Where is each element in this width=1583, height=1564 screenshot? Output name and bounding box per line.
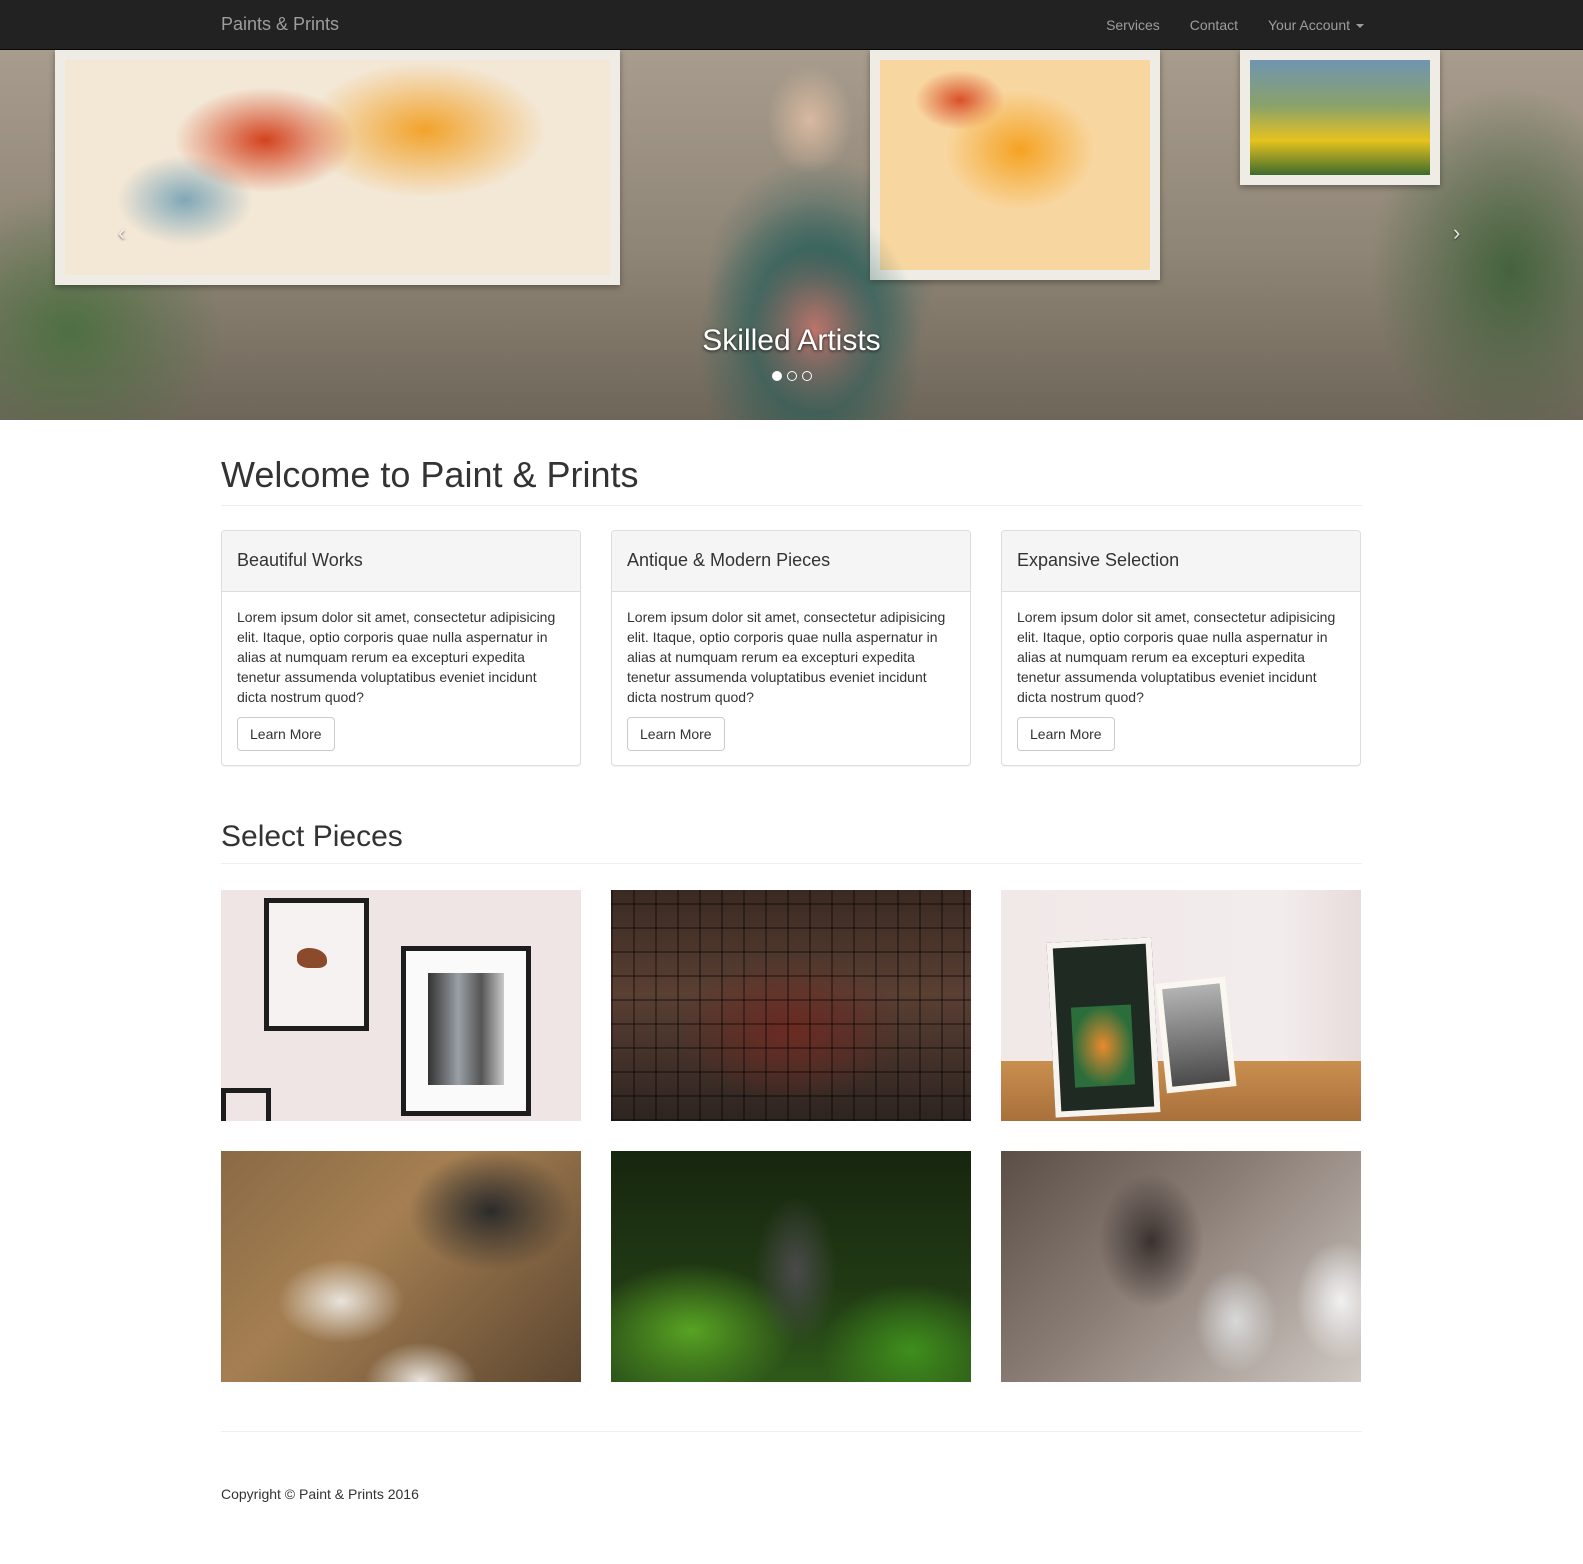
gallery-image-posters-on-floor[interactable] <box>1001 890 1361 1121</box>
panel-body-text: Lorem ipsum dolor sit amet, consectetur … <box>237 609 556 705</box>
panel-heading: Beautiful Works <box>222 531 580 592</box>
feature-panel: Expansive Selection Lorem ipsum dolor si… <box>1001 530 1361 766</box>
page-title: Welcome to Paint & Prints <box>221 454 639 495</box>
carousel-indicator-1[interactable] <box>771 371 782 381</box>
caret-down-icon <box>1356 24 1364 29</box>
panel-heading: Antique & Modern Pieces <box>612 531 970 592</box>
carousel-indicator-2[interactable] <box>786 371 797 381</box>
nav-dropdown-your-account[interactable]: Your Account <box>1268 16 1364 34</box>
nav-link-contact[interactable]: Contact <box>1190 16 1238 34</box>
hero-painting-left <box>55 50 620 285</box>
footer-divider <box>221 1431 1362 1432</box>
panel-body-text: Lorem ipsum dolor sit amet, consectetur … <box>1017 609 1336 705</box>
gallery-grid <box>221 890 1362 1382</box>
carousel-caption: Skilled Artists <box>702 324 881 357</box>
carousel-indicators <box>0 371 1583 381</box>
nav-links: Services Contact Your Account <box>1106 16 1364 34</box>
hero-carousel[interactable]: ‹ › Skilled Artists <box>0 50 1583 420</box>
gallery-image-framed-prints[interactable] <box>221 890 581 1121</box>
gallery-image-camera-and-photos[interactable] <box>221 1151 581 1382</box>
hero-artist-apron <box>730 220 900 420</box>
gallery-image-buddha-statue[interactable] <box>611 1151 971 1382</box>
gallery-image-portrait-artist[interactable] <box>1001 1151 1361 1382</box>
brand-logo-link[interactable]: Paints & Prints <box>221 14 339 34</box>
footer-copyright: Copyright © Paint & Prints 2016 <box>221 1486 419 1502</box>
learn-more-button[interactable]: Learn More <box>627 717 725 751</box>
feature-panel: Antique & Modern Pieces Lorem ipsum dolo… <box>611 530 971 766</box>
carousel-indicator-3[interactable] <box>801 371 812 381</box>
hero-painting-right <box>1240 50 1440 185</box>
learn-more-button[interactable]: Learn More <box>237 717 335 751</box>
gallery-image-letterpress-type[interactable] <box>611 890 971 1121</box>
welcome-header: Welcome to Paint & Prints <box>221 452 1362 506</box>
carousel-prev-icon[interactable]: ‹ <box>118 220 125 246</box>
nav-link-services[interactable]: Services <box>1106 16 1160 34</box>
learn-more-button[interactable]: Learn More <box>1017 717 1115 751</box>
feature-panel: Beautiful Works Lorem ipsum dolor sit am… <box>221 530 581 766</box>
top-navbar: Paints & Prints Services Contact Your Ac… <box>0 0 1583 50</box>
panel-heading: Expansive Selection <box>1002 531 1360 592</box>
select-pieces-header: Select Pieces <box>221 818 1362 864</box>
carousel-next-icon[interactable]: › <box>1453 220 1460 246</box>
your-account-label: Your Account <box>1268 17 1350 33</box>
section-title: Select Pieces <box>221 820 403 853</box>
feature-panels: Beautiful Works Lorem ipsum dolor sit am… <box>221 530 1362 766</box>
panel-body-text: Lorem ipsum dolor sit amet, consectetur … <box>627 609 946 705</box>
